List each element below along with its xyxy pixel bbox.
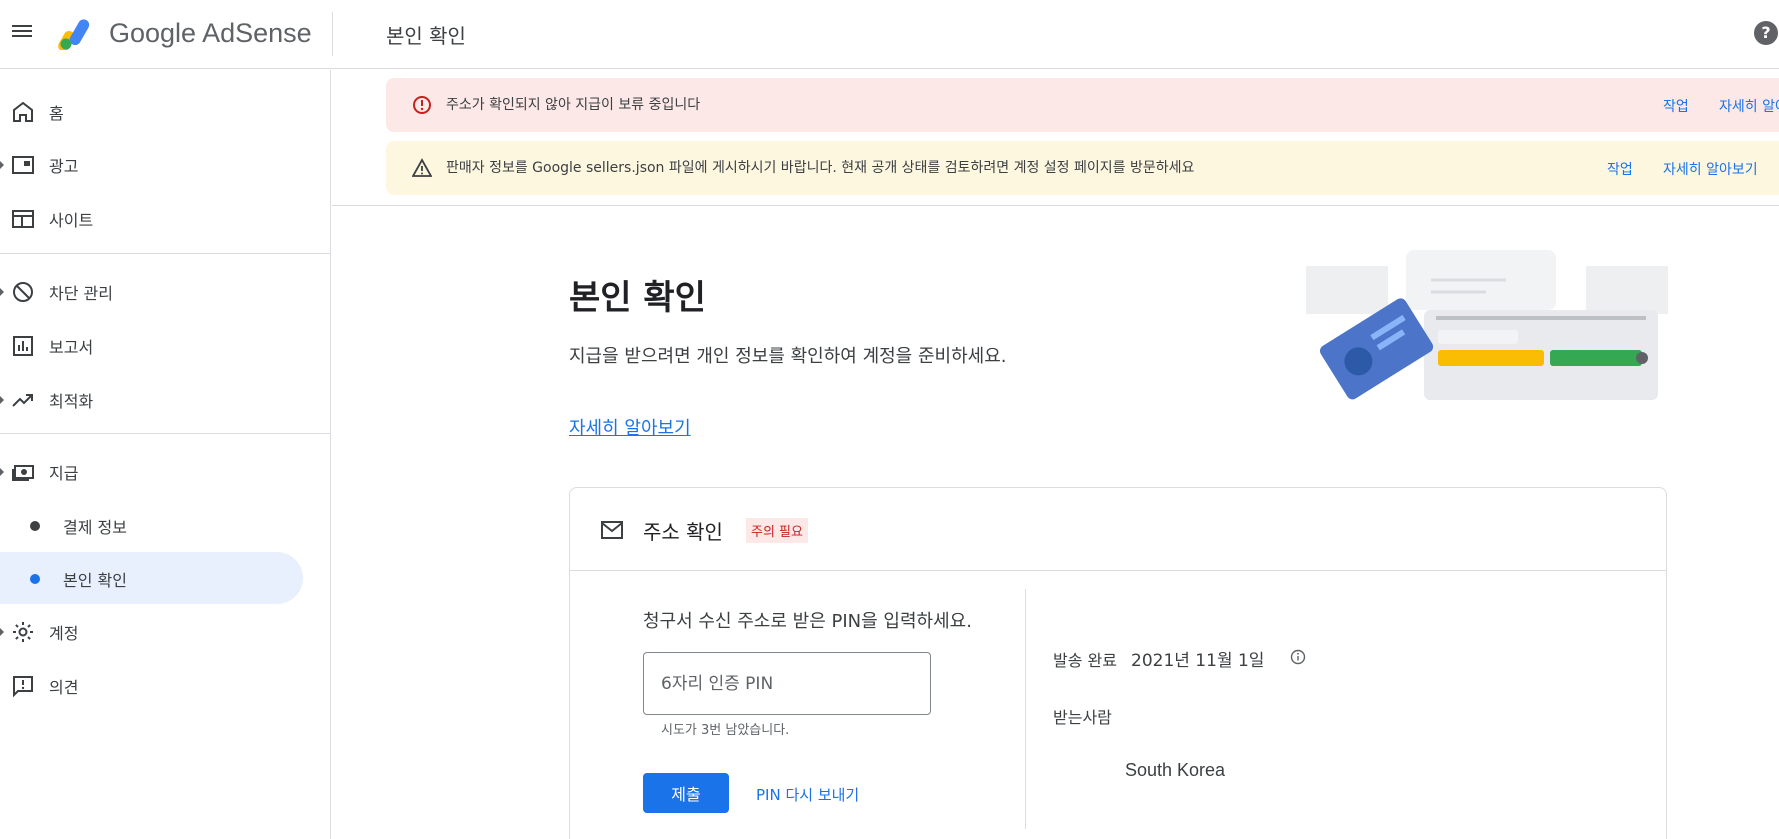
sidebar-item-identity-verification[interactable]: 본인 확인: [0, 552, 303, 604]
pin-prompt: 청구서 수신 주소로 받은 PIN을 입력하세요.: [643, 611, 972, 632]
sidebar-item-label: 최적화: [49, 392, 94, 411]
error-banner-text: 주소가 확인되지 않아 지급이 보류 중입니다: [446, 97, 701, 113]
expand-caret-icon[interactable]: [0, 288, 4, 296]
sidebar-divider: [0, 253, 331, 254]
sent-date: 2021년 11월 1일: [1131, 651, 1265, 671]
error-action-link[interactable]: 작업: [1663, 96, 1689, 116]
home-icon: [13, 101, 33, 122]
sidebar-item-optimization[interactable]: 최적화: [0, 374, 331, 424]
attempts-remaining: 시도가 3번 남았습니다.: [661, 723, 790, 738]
adsense-logo: [58, 19, 90, 50]
menu-icon[interactable]: [12, 22, 34, 44]
pin-input[interactable]: [643, 652, 931, 715]
warning-icon: [412, 158, 432, 177]
expand-caret-icon[interactable]: [0, 396, 4, 404]
sent-label: 발송 완료: [1053, 651, 1117, 670]
card-header: 주소 확인 주의 필요: [570, 488, 1666, 571]
payments-icon: [12, 465, 34, 481]
expand-caret-icon[interactable]: [0, 628, 4, 636]
error-banner: 주소가 확인되지 않아 지급이 보류 중입니다 작업 자세히 알아보기: [386, 78, 1779, 132]
sidebar-item-label: 보고서: [49, 338, 94, 357]
sidebar-subitem-label: 본인 확인: [63, 571, 127, 590]
page-title: 본인 확인: [569, 278, 706, 318]
block-icon: [13, 282, 33, 302]
submit-button[interactable]: 제출: [643, 773, 729, 813]
feedback-icon: [13, 676, 33, 698]
content-divider: [332, 205, 1779, 206]
sidebar-item-feedback[interactable]: 의견: [0, 660, 331, 710]
warning-banner: 판매자 정보를 Google sellers.json 파일에 게시하시기 바랍…: [386, 141, 1779, 195]
brand-name: Google AdSense: [109, 18, 312, 48]
card-title: 주소 확인: [643, 520, 723, 544]
sidebar-item-label: 홈: [49, 104, 64, 123]
sidebar-item-account[interactable]: 계정: [0, 606, 331, 656]
sidebar-item-label: 계정: [49, 624, 79, 643]
trending-up-icon: [12, 394, 33, 407]
gear-icon: [13, 622, 33, 642]
sidebar-item-label: 사이트: [49, 211, 94, 230]
sidebar-item-label: 차단 관리: [49, 284, 113, 303]
recipient-label: 받는사람: [1053, 708, 1112, 727]
warning-learn-more-link[interactable]: 자세히 알아보기: [1663, 159, 1758, 179]
bullet-icon: [30, 521, 40, 531]
top-app-bar: Google AdSense 본인 확인 ?: [0, 0, 1779, 69]
sidebar-subitem-label: 결제 정보: [63, 518, 127, 537]
bullet-icon: [30, 574, 40, 584]
sidebar-item-sites[interactable]: 사이트: [0, 193, 331, 243]
page-description: 지급을 받으려면 개인 정보를 확인하여 계정을 준비하세요.: [569, 346, 1007, 367]
ads-icon: [12, 156, 34, 174]
error-learn-more-link[interactable]: 자세히 알아보기: [1719, 96, 1779, 116]
expand-caret-icon[interactable]: [0, 468, 4, 476]
address-verification-card: 주소 확인 주의 필요 청구서 수신 주소로 받은 PIN을 입력하세요. 시도…: [569, 487, 1667, 839]
sidebar-item-ads[interactable]: 광고: [0, 139, 331, 189]
warning-banner-text: 판매자 정보를 Google sellers.json 파일에 게시하시기 바랍…: [446, 160, 1195, 176]
recipient-country: South Korea: [1125, 760, 1226, 780]
expand-caret-icon[interactable]: [0, 161, 4, 169]
learn-more-link[interactable]: 자세히 알아보기: [569, 414, 691, 440]
sidebar-item-label: 광고: [49, 157, 79, 176]
topbar-divider: [332, 12, 333, 56]
help-icon[interactable]: ?: [1754, 21, 1778, 45]
sidebar-item-label: 지급: [49, 464, 79, 483]
sidebar: 홈 광고 사이트 차단 관리 보고서 최적화 지급 결제 정보 본인 확인 계정…: [0, 70, 331, 839]
error-icon: [413, 96, 431, 114]
warning-action-link[interactable]: 작업: [1607, 159, 1633, 179]
sidebar-item-home[interactable]: 홈: [0, 86, 331, 136]
sidebar-item-payments[interactable]: 지급: [0, 446, 331, 496]
sites-icon: [12, 210, 34, 228]
info-icon[interactable]: [1290, 649, 1306, 665]
sidebar-item-blocking[interactable]: 차단 관리: [0, 266, 331, 316]
sidebar-item-reports[interactable]: 보고서: [0, 320, 331, 370]
sidebar-item-label: 의견: [49, 678, 79, 697]
reports-icon: [13, 336, 33, 356]
sidebar-item-payment-info[interactable]: 결제 정보: [0, 499, 303, 551]
sidebar-divider: [0, 433, 331, 434]
page-heading: 본인 확인: [386, 24, 466, 48]
resend-pin-link[interactable]: PIN 다시 보내기: [756, 784, 859, 805]
status-badge: 주의 필요: [746, 518, 808, 543]
column-divider: [1025, 589, 1026, 829]
mail-icon: [601, 521, 623, 539]
wallet-illustration: [1306, 250, 1668, 400]
